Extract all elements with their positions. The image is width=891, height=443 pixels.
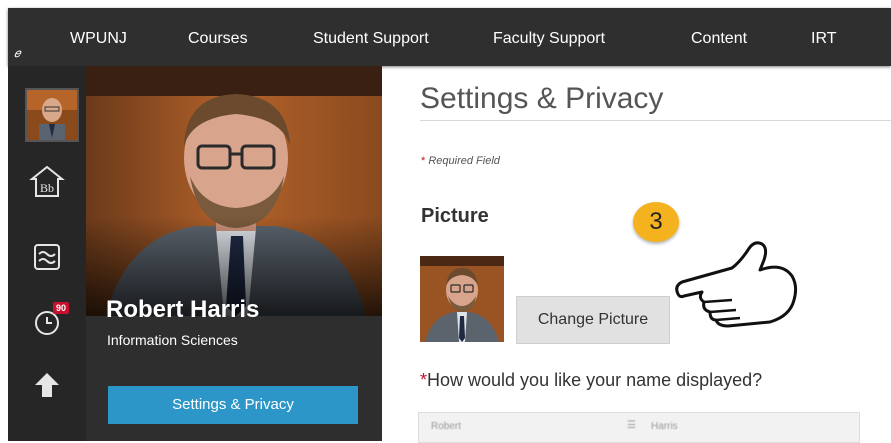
name-option-first: Robert	[431, 421, 462, 432]
name-display-question: *How would you like your name displayed?	[420, 370, 762, 391]
profile-panel: Robert Harris Information Sciences Setti…	[86, 66, 382, 441]
nav-item-wpunj[interactable]: WPUNJ	[70, 30, 127, 48]
stream-icon[interactable]	[8, 242, 86, 277]
grades-arrow-icon[interactable]	[8, 370, 86, 405]
calendar-clock-icon[interactable]: 90	[8, 302, 86, 343]
nav-item-courses[interactable]: Courses	[188, 30, 248, 48]
pointing-hand-icon	[670, 232, 805, 332]
page-title: Settings & Privacy	[420, 82, 664, 115]
svg-text:Bb: Bb	[40, 181, 54, 195]
nav-item-irt[interactable]: IRT	[811, 30, 836, 48]
change-picture-button[interactable]: Change Picture	[516, 296, 670, 344]
name-option-last: Harris	[651, 421, 678, 432]
avatar[interactable]	[25, 88, 79, 142]
profile-photo	[86, 66, 382, 316]
icon-rail: Bb 90	[8, 66, 86, 441]
required-star: *	[420, 370, 428, 390]
bb-home-icon[interactable]: Bb	[8, 164, 86, 205]
name-display-option[interactable]: Robert ☰ Harris	[418, 412, 860, 443]
settings-privacy-button[interactable]: Settings & Privacy	[108, 386, 358, 424]
nav-item-content[interactable]: Content	[691, 30, 747, 48]
notification-badge: 90	[53, 302, 70, 314]
nav-item-student-support[interactable]: Student Support	[313, 30, 429, 48]
name-display-question-text: How would you like your name displayed?	[427, 370, 763, 390]
required-field-note: * Required Field	[421, 155, 500, 167]
profile-name: Robert Harris	[106, 296, 260, 323]
drag-handle-icon: ☰	[627, 420, 636, 431]
nav-item-faculty-support[interactable]: Faculty Support	[493, 30, 605, 48]
title-divider	[420, 120, 891, 121]
picture-thumbnail	[420, 256, 504, 342]
profile-department: Information Sciences	[107, 332, 238, 348]
required-star: *	[421, 155, 426, 167]
required-field-label: Required Field	[428, 155, 500, 167]
link-icon: 𝑒	[14, 46, 21, 60]
top-navigation-bar: 𝑒 WPUNJ Courses Student Support Faculty …	[8, 8, 891, 66]
picture-heading: Picture	[421, 205, 489, 227]
